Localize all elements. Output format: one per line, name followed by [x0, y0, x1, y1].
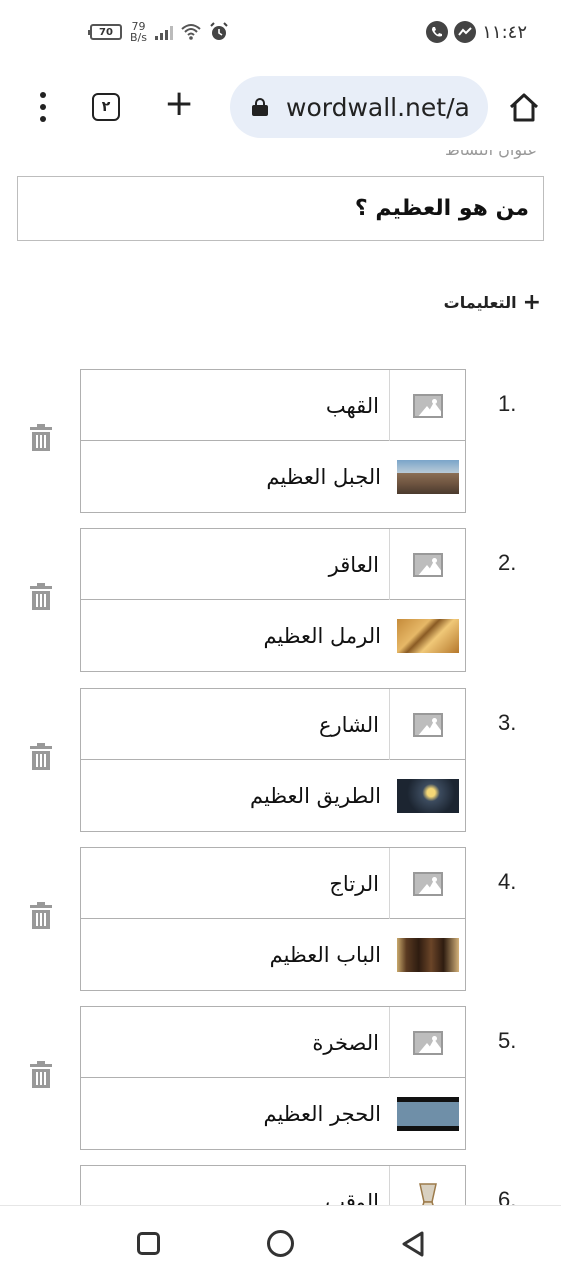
item-number: 2. [498, 550, 517, 575]
instructions-label: التعليمات [443, 293, 517, 312]
mountain-image[interactable] [397, 460, 459, 494]
network-speed-unit: B/s [130, 31, 147, 44]
alarm-icon [210, 22, 228, 40]
add-image-icon[interactable] [389, 848, 465, 919]
item-box: الشارع الطريق العظيم [80, 688, 466, 832]
add-image-icon[interactable] [389, 370, 465, 441]
trash-icon[interactable] [29, 743, 53, 771]
keyword-input[interactable]: الشارع [319, 689, 379, 760]
definition-input[interactable]: الحجر العظيم [263, 1078, 381, 1149]
url-text: wordwall.net/a [286, 92, 470, 122]
definition-input[interactable]: الطريق العظيم [250, 760, 381, 831]
road-image[interactable] [397, 779, 459, 813]
keyword-input[interactable]: الرتاج [329, 848, 379, 919]
activity-title-input[interactable]: من هو العظيم ؟ [17, 176, 544, 241]
back-triangle-icon[interactable] [400, 1231, 426, 1257]
item-box: الوقب [80, 1165, 466, 1205]
keyword-row: الشارع [81, 689, 465, 760]
list-item: 3. الشارع الطريق العظيم [0, 688, 561, 833]
item-number: 3. [498, 710, 517, 735]
trash-icon[interactable] [29, 424, 53, 452]
definition-row: الباب العظيم [81, 919, 465, 990]
item-number: 6. [498, 1187, 517, 1205]
keyword-row: الوقب [81, 1166, 465, 1205]
status-right-group: ١١:٤٢ [426, 18, 527, 46]
recent-apps-icon[interactable] [137, 1232, 160, 1255]
keyword-row: الرتاج [81, 848, 465, 919]
add-image-icon[interactable] [389, 1007, 465, 1078]
trash-icon[interactable] [29, 583, 53, 611]
clock-time: ١١:٤٢ [482, 21, 527, 43]
definition-input[interactable]: الباب العظيم [270, 919, 381, 990]
network-speed: 79 B/s [130, 21, 147, 43]
status-left-group: 70 79 B/s [88, 18, 229, 46]
status-bar: 70 79 B/s ١١:٤٢ [0, 0, 561, 64]
door-image[interactable] [397, 938, 459, 972]
keyword-row: الصخرة [81, 1007, 465, 1078]
new-tab-plus-icon[interactable]: + [164, 86, 194, 122]
definition-input[interactable]: الرمل العظيم [263, 600, 381, 671]
trash-icon[interactable] [29, 902, 53, 930]
item-box: القهب الجبل العظيم [80, 369, 466, 513]
keyword-row: العاقر [81, 529, 465, 600]
page-content: عنوان النشاط من هو العظيم ؟ + التعليمات … [0, 150, 561, 1205]
messenger-icon [454, 21, 477, 43]
list-item: 1. القهب الجبل العظيم [0, 369, 561, 514]
address-bar[interactable]: wordwall.net/a [230, 76, 488, 138]
signal-icon [154, 24, 173, 40]
definition-row: الطريق العظيم [81, 760, 465, 831]
phone-icon [426, 21, 449, 43]
system-nav-bar [0, 1205, 561, 1280]
keyword-input[interactable]: الوقب [325, 1166, 379, 1206]
instructions-toggle[interactable]: + التعليمات [444, 290, 541, 315]
lock-icon [252, 98, 268, 116]
tab-switcher-button[interactable]: ٢ [92, 93, 120, 121]
item-number: 4. [498, 869, 517, 894]
definition-row: الرمل العظيم [81, 600, 465, 671]
list-item: 5. الصخرة الحجر العظيم [0, 1006, 561, 1151]
home-icon[interactable] [508, 92, 540, 124]
battery-icon: 70 [88, 24, 122, 40]
list-item: 2. العاقر الرمل العظيم [0, 528, 561, 673]
activity-title-label: عنوان النشاط [445, 150, 537, 159]
add-image-icon[interactable] [389, 689, 465, 760]
add-image-icon[interactable] [389, 529, 465, 600]
more-menu-icon[interactable] [36, 92, 50, 122]
item-number: 1. [498, 391, 517, 416]
definition-input[interactable]: الجبل العظيم [266, 441, 381, 512]
glass-image[interactable] [389, 1166, 465, 1205]
list-item: 6. الوقب [0, 1165, 561, 1205]
plus-icon: + [522, 290, 541, 315]
wifi-icon [181, 24, 201, 40]
browser-toolbar: ٢ + wordwall.net/a [0, 64, 561, 150]
keyword-input[interactable]: القهب [326, 370, 379, 441]
home-circle-icon[interactable] [267, 1230, 294, 1257]
item-box: الرتاج الباب العظيم [80, 847, 466, 991]
keyword-row: القهب [81, 370, 465, 441]
list-item: 4. الرتاج الباب العظيم [0, 847, 561, 992]
trash-icon[interactable] [29, 1061, 53, 1089]
keyword-input[interactable]: العاقر [329, 529, 379, 600]
definition-row: الحجر العظيم [81, 1078, 465, 1149]
item-number: 5. [498, 1028, 517, 1053]
definition-row: الجبل العظيم [81, 441, 465, 512]
item-box: الصخرة الحجر العظيم [80, 1006, 466, 1150]
battery-level: 70 [99, 26, 113, 38]
stone-image[interactable] [397, 1097, 459, 1131]
sand-dunes-image[interactable] [397, 619, 459, 653]
keyword-input[interactable]: الصخرة [312, 1007, 379, 1078]
item-box: العاقر الرمل العظيم [80, 528, 466, 672]
